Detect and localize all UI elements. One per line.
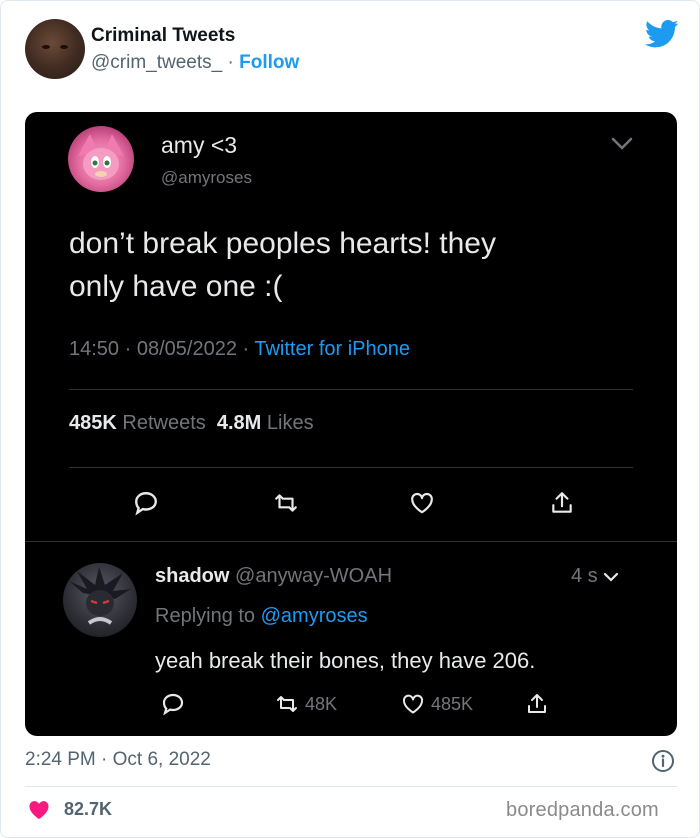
retweets-label: Retweets: [122, 412, 206, 434]
chevron-down-icon: [604, 572, 619, 582]
reply-text: yeah break their bones, they have 206.: [155, 648, 536, 673]
reply-retweet-count: 48K: [305, 693, 338, 714]
like-count[interactable]: 82.7K: [64, 799, 112, 820]
like-icon: [409, 490, 435, 516]
retweet-icon: [275, 692, 299, 716]
reply-share-action: [525, 692, 549, 716]
tweet-timestamp[interactable]: 2:24 PM · Oct 6, 2022: [25, 749, 211, 771]
handle-separator: ·: [227, 52, 234, 73]
follow-button[interactable]: Follow: [239, 52, 299, 73]
tweet-text-line-1: don’t break peoples hearts! they: [69, 227, 496, 260]
divider: [69, 389, 633, 390]
embedded-author-handle: @amyroses: [161, 168, 252, 187]
tweet-stats: 485K Retweets 4.8M Likes: [69, 412, 314, 435]
reply-like-count: 485K: [431, 693, 474, 714]
replying-to-handle: @amyroses: [260, 605, 368, 627]
embedded-tweet-text: don’t break peoples hearts! they only ha…: [69, 222, 629, 308]
reply-time: 4 s: [571, 565, 619, 588]
embedded-author-name: amy <3: [161, 132, 238, 158]
reply-author-handle: @anyway-WOAH: [235, 565, 393, 587]
reply-icon: [133, 490, 159, 516]
account-name[interactable]: Criminal Tweets: [91, 25, 235, 47]
likes-label: Likes: [266, 412, 314, 434]
reply-author-name: shadow: [155, 565, 230, 587]
embedded-tweet-screenshot[interactable]: amy <3 @amyroses don’t break peoples hea…: [25, 112, 677, 736]
likes-count: 4.8M: [216, 412, 262, 434]
reply-time-text: 4 s: [571, 565, 598, 587]
reply-icon: [161, 692, 185, 716]
retweet-icon: [273, 490, 299, 516]
tweet-source: Twitter for iPhone: [254, 338, 410, 360]
replying-to-prefix: Replying to: [155, 605, 256, 627]
replying-to-line: Replying to @amyroses: [155, 605, 368, 628]
share-icon: [525, 692, 549, 716]
meta-dot-2: ·: [242, 338, 255, 360]
tweet-time: 14:50: [69, 338, 120, 360]
like-icon: [401, 692, 425, 716]
share-icon: [549, 490, 575, 516]
amy-avatar: [68, 126, 134, 192]
meta-dot-1: ·: [124, 338, 137, 360]
account-handle[interactable]: @crim_tweets_: [91, 52, 222, 73]
reply-author-line: shadow @anyway-WOAH: [155, 565, 392, 588]
info-icon[interactable]: [651, 749, 675, 773]
divider: [69, 467, 633, 468]
tweet-text-line-2: only have one :(: [69, 270, 283, 303]
boredpanda-watermark: boredpanda.com: [506, 799, 659, 821]
reply-retweet-action: 48K: [275, 692, 337, 716]
reply-like-action: 485K: [401, 692, 473, 716]
tweet-meta: 14:50 · 08/05/2022 · Twitter for iPhone: [69, 338, 410, 361]
account-handle-line: @crim_tweets_ · Follow: [91, 52, 299, 74]
tweet-card: Criminal Tweets @crim_tweets_ · Follow a…: [0, 0, 700, 838]
reply-reply-action: [161, 692, 185, 716]
heart-icon[interactable]: [27, 798, 51, 822]
footer-divider: [25, 786, 677, 787]
chevron-down-icon: [611, 137, 633, 150]
account-avatar[interactable]: [25, 19, 85, 79]
shadow-avatar: [63, 563, 137, 637]
divider: [25, 541, 677, 542]
retweets-count: 485K: [69, 412, 117, 434]
twitter-bird-icon[interactable]: [645, 19, 679, 49]
tweet-date: 08/05/2022: [136, 338, 237, 360]
